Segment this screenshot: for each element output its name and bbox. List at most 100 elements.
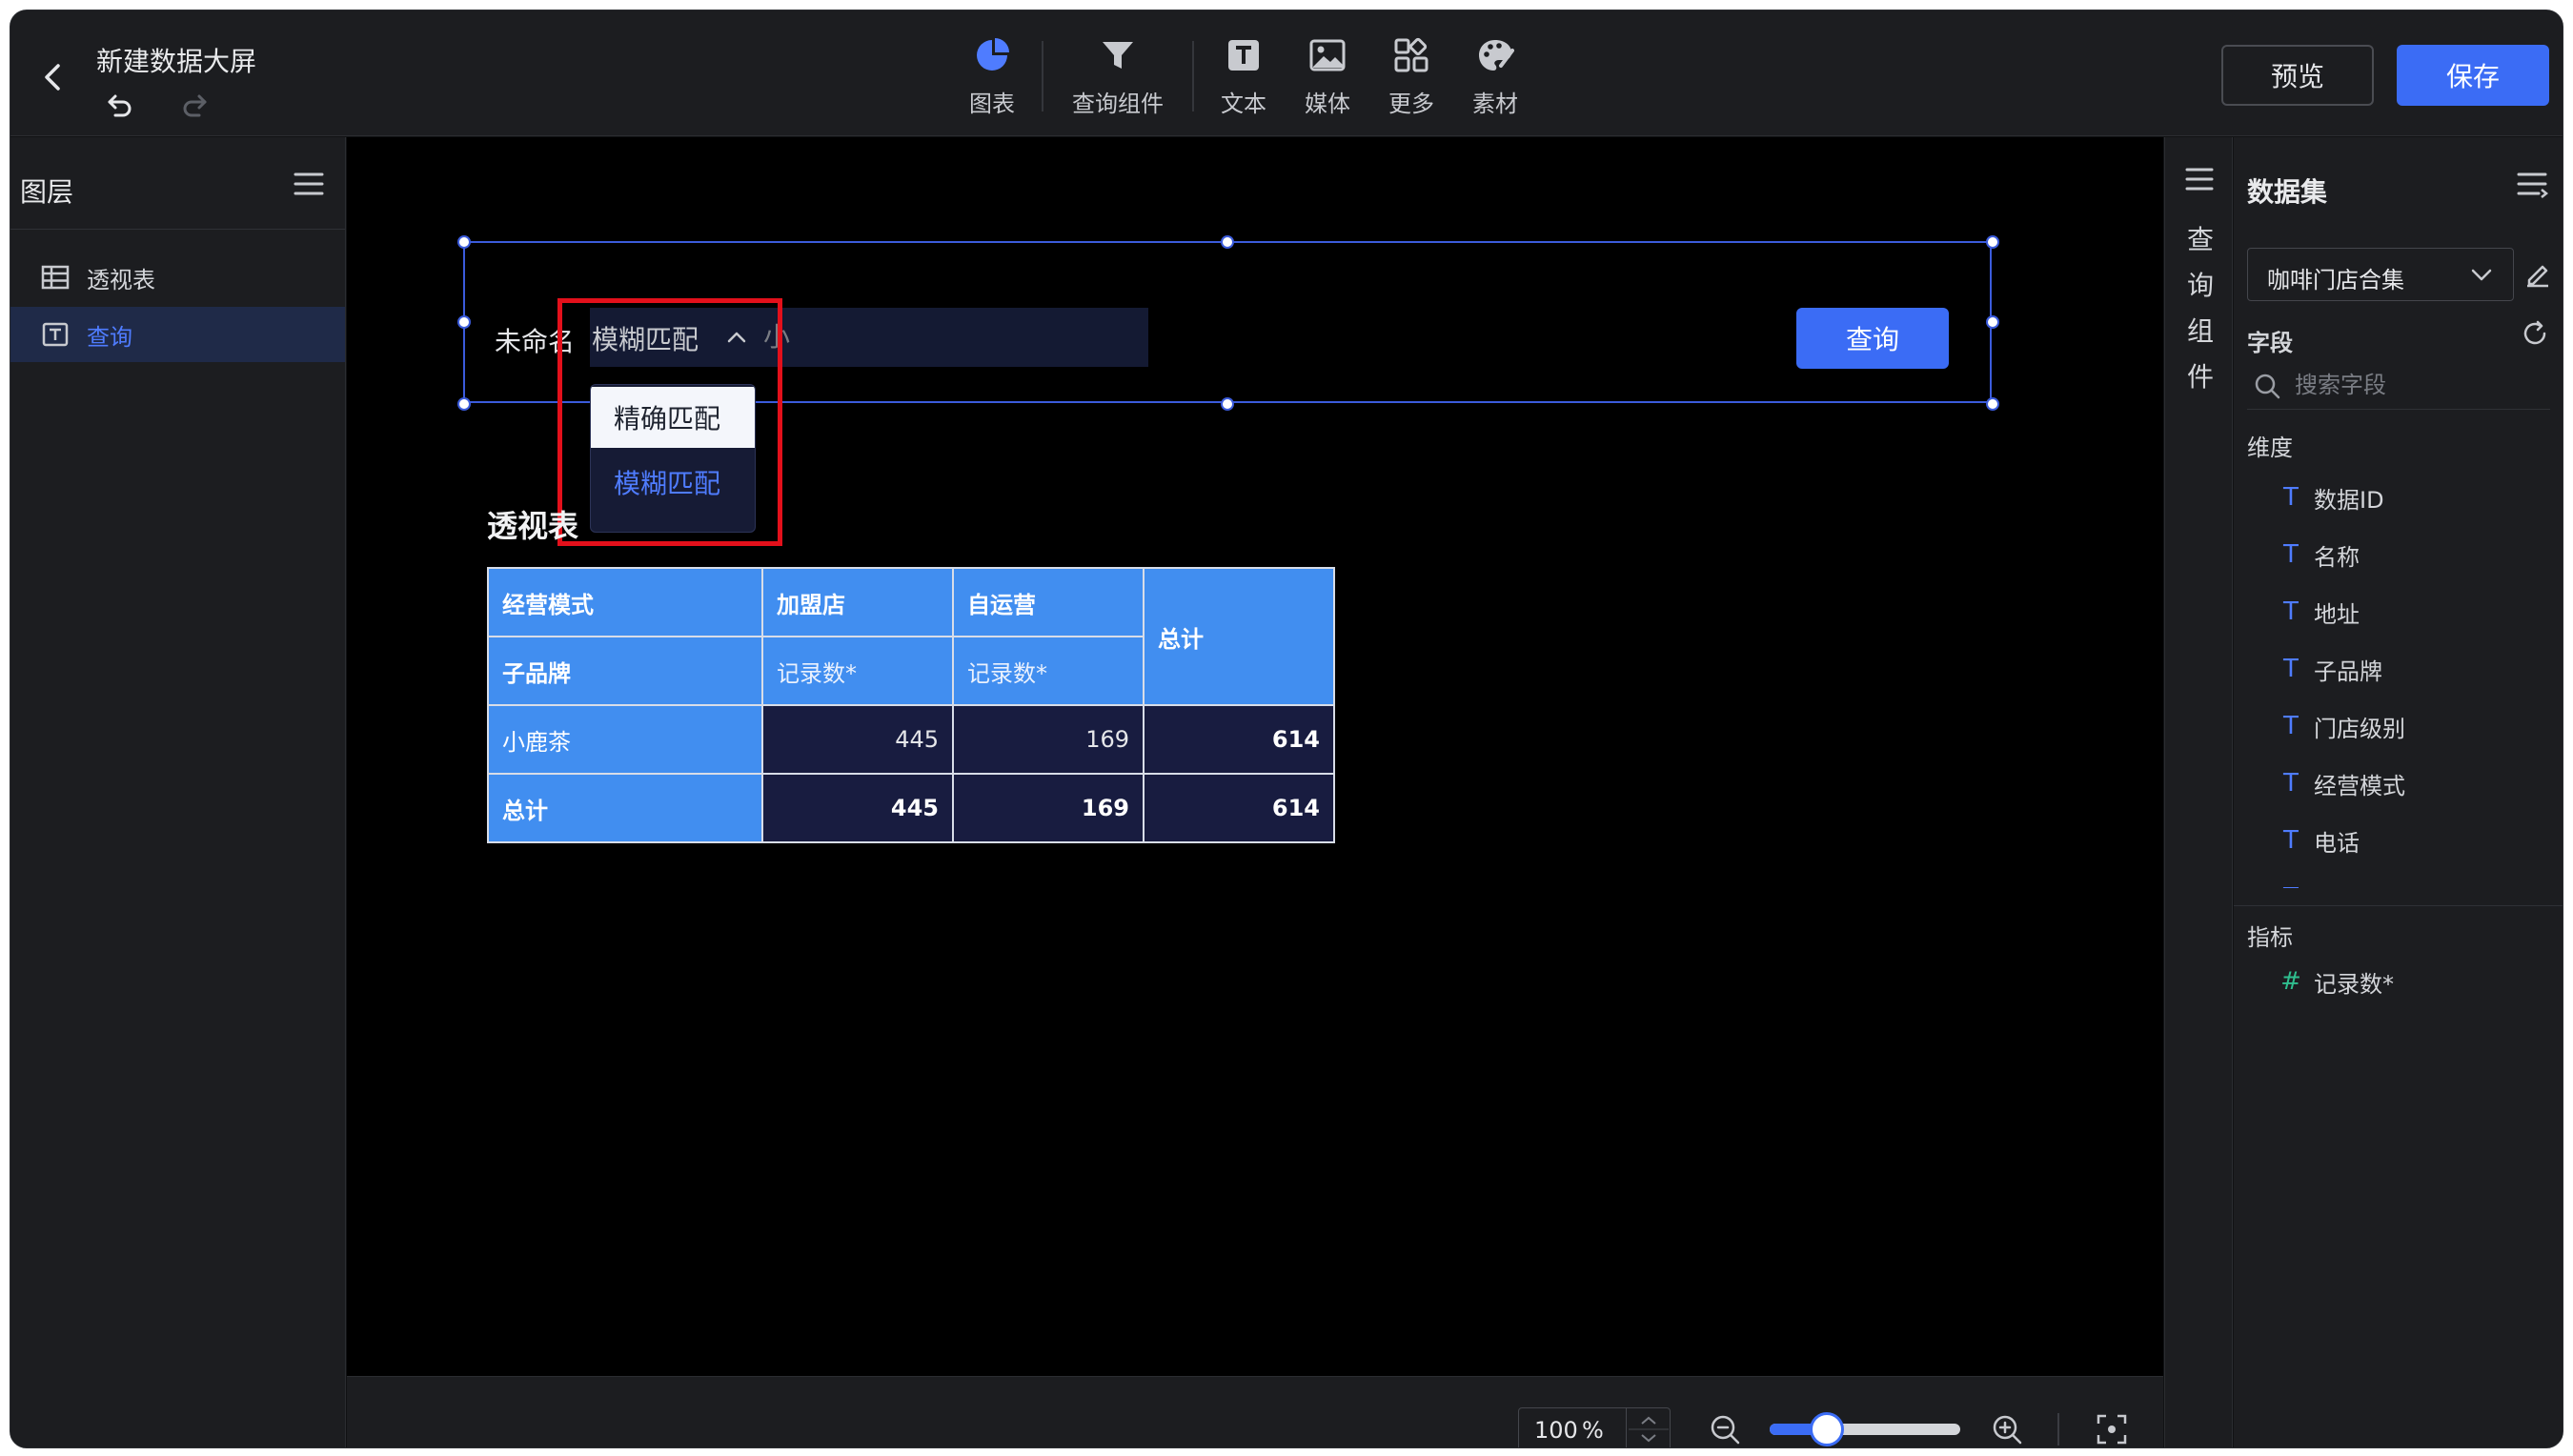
text-type-icon: T — [2283, 655, 2299, 683]
zoom-slider-thumb[interactable] — [1810, 1412, 1844, 1446]
table-row: 经营模式 加盟店 自运营 总计 — [487, 567, 1335, 706]
metric-field[interactable]: # 记录数* — [2247, 959, 2394, 1004]
zoom-unit: % — [1582, 1417, 1604, 1444]
pivot-table[interactable]: 经营模式 加盟店 自运营 总计 子品牌 记录数* 记录数* 小鹿茶 445 16… — [487, 567, 1335, 843]
search-input[interactable] — [2295, 368, 2543, 402]
layer-item-label: 查询 — [87, 323, 132, 351]
zoom-slider[interactable] — [1770, 1412, 1960, 1446]
layers-panel: 图层 透视表 查询 — [10, 137, 346, 1447]
resize-handle[interactable] — [457, 397, 471, 411]
zoom-stepper[interactable] — [1626, 1408, 1671, 1448]
dimension-field[interactable]: T 数据ID — [2247, 475, 2384, 520]
text-type-icon: T — [2283, 826, 2299, 855]
tool-material[interactable]: 素材 — [1453, 35, 1537, 118]
dataset-panel: 数据集 咖啡门店合集 字段 维度 T 数据ID T 名称 T 地址 T 子品牌 T 门店级… — [2234, 137, 2563, 1447]
tool-media[interactable]: 媒体 — [1286, 35, 1369, 118]
divider — [2057, 1413, 2059, 1446]
tool-text[interactable]: 文本 — [1202, 35, 1286, 118]
grid-more-icon — [1394, 37, 1428, 72]
dataset-select-value: 咖啡门店合集 — [2267, 267, 2404, 293]
fields-label: 字段 — [2247, 330, 2293, 356]
stepper-arrows-icon[interactable] — [1627, 1408, 1671, 1448]
table-header-cell: 经营模式 — [487, 567, 763, 637]
zoom-input[interactable]: 100 % — [1518, 1407, 1671, 1448]
resize-handle[interactable] — [1221, 235, 1234, 249]
dimension-field[interactable]: T 名称 — [2247, 532, 2360, 577]
dimension-field[interactable]: T 子品牌 — [2247, 646, 2382, 692]
dataset-select[interactable]: 咖啡门店合集 — [2247, 248, 2514, 301]
tool-more-label: 更多 — [1388, 91, 1434, 117]
text-type-icon: T — [2283, 712, 2299, 740]
collapse-menu-icon[interactable] — [2184, 166, 2215, 192]
query-component-strip-label[interactable]: 查询组件 — [2186, 217, 2215, 400]
collapse-menu-icon[interactable] — [293, 170, 325, 198]
resize-handle[interactable] — [1986, 397, 1999, 411]
redo-icon[interactable] — [178, 89, 211, 121]
tool-more[interactable]: 更多 — [1369, 35, 1453, 118]
fit-screen-icon[interactable] — [2096, 1413, 2128, 1446]
resize-handle[interactable] — [1986, 315, 1999, 329]
table-row: 总计 445 169 614 — [487, 773, 1335, 843]
dimension-field[interactable]: T 电话 — [2247, 818, 2360, 863]
table-row: 小鹿茶 445 169 614 — [487, 704, 1335, 775]
pivot-title: 透视表 — [487, 508, 579, 544]
refresh-icon[interactable] — [2522, 320, 2550, 349]
number-type-icon: # — [2280, 967, 2301, 996]
dimension-field-label: 门店级别 — [2314, 715, 2405, 742]
metric-field-label: 记录数* — [2314, 970, 2394, 998]
screen-title: 新建数据大屏 — [96, 46, 257, 77]
preview-button[interactable]: 预览 — [2221, 45, 2374, 106]
table-cell: 169 — [952, 773, 1145, 843]
undo-icon[interactable] — [104, 89, 136, 121]
dimension-list: T 数据ID T 名称 T 地址 T 子品牌 T 门店级别 T 经营模式 T 电话 T 外卖 — [2247, 469, 2552, 888]
dimension-field-label: 电话 — [2314, 829, 2360, 857]
query-button[interactable]: 查询 — [1796, 308, 1949, 369]
text-type-icon: T — [2279, 883, 2302, 888]
layers-title: 图层 — [20, 176, 74, 208]
dimension-field-label: 子品牌 — [2314, 657, 2382, 685]
dimension-field[interactable]: T 外卖 — [2247, 875, 2360, 888]
table-header-cell: 总计 — [1143, 567, 1335, 706]
resize-handle[interactable] — [457, 235, 471, 249]
dimension-field[interactable]: T 门店级别 — [2247, 703, 2405, 749]
toolbar-divider — [1042, 41, 1043, 111]
dimensions-label: 维度 — [2247, 435, 2293, 461]
tool-chart[interactable]: 图表 — [950, 35, 1034, 118]
table-header-cell: 子品牌 — [487, 636, 763, 706]
table-cell: 445 — [761, 773, 954, 843]
zoom-out-icon[interactable] — [1709, 1413, 1741, 1446]
text-type-icon: T — [2283, 769, 2299, 798]
back-arrow-icon[interactable] — [37, 60, 71, 94]
table-header-cell: 加盟店 — [761, 567, 954, 637]
dimension-field[interactable]: T 经营模式 — [2247, 760, 2405, 806]
save-button[interactable]: 保存 — [2397, 45, 2549, 106]
app-window: 新建数据大屏 图表 查询组件 文本 媒体 更多 素材 预览 保存 图层 透视表 … — [10, 10, 2563, 1448]
text-type-icon: T — [2283, 483, 2299, 512]
tool-query[interactable]: 查询组件 — [1051, 35, 1185, 118]
zoom-in-icon[interactable] — [1991, 1413, 2023, 1446]
pie-chart-icon — [977, 38, 1009, 71]
resize-handle[interactable] — [457, 315, 471, 329]
dimension-field-label: 地址 — [2314, 600, 2360, 628]
component-toolbar: 图表 查询组件 文本 媒体 更多 素材 — [950, 35, 1537, 127]
edit-pencil-icon[interactable] — [2523, 259, 2552, 288]
table-header-cell: 记录数* — [761, 636, 954, 706]
row-header-cell: 总计 — [487, 773, 763, 843]
resize-handle[interactable] — [1986, 235, 1999, 249]
filter-funnel-icon — [1103, 42, 1133, 69]
row-header-cell: 小鹿茶 — [487, 704, 763, 775]
search-icon — [2255, 374, 2280, 399]
dimension-field-label: 数据ID — [2314, 486, 2384, 514]
layer-item-label: 透视表 — [87, 266, 155, 293]
dataset-title: 数据集 — [2247, 176, 2328, 208]
table-cell: 614 — [1143, 773, 1335, 843]
tool-media-label: 媒体 — [1305, 91, 1350, 117]
layer-item-pivot[interactable]: 透视表 — [10, 250, 345, 305]
collapse-menu-icon[interactable] — [2516, 170, 2548, 198]
dimension-field[interactable]: T 地址 — [2247, 589, 2360, 635]
query-input[interactable] — [763, 317, 1125, 355]
resize-handle[interactable] — [1221, 397, 1234, 411]
query-component-strip: 查询组件 — [2164, 137, 2233, 1447]
layer-item-query[interactable]: 查询 — [10, 307, 345, 362]
toolbar-divider — [1192, 41, 1194, 111]
